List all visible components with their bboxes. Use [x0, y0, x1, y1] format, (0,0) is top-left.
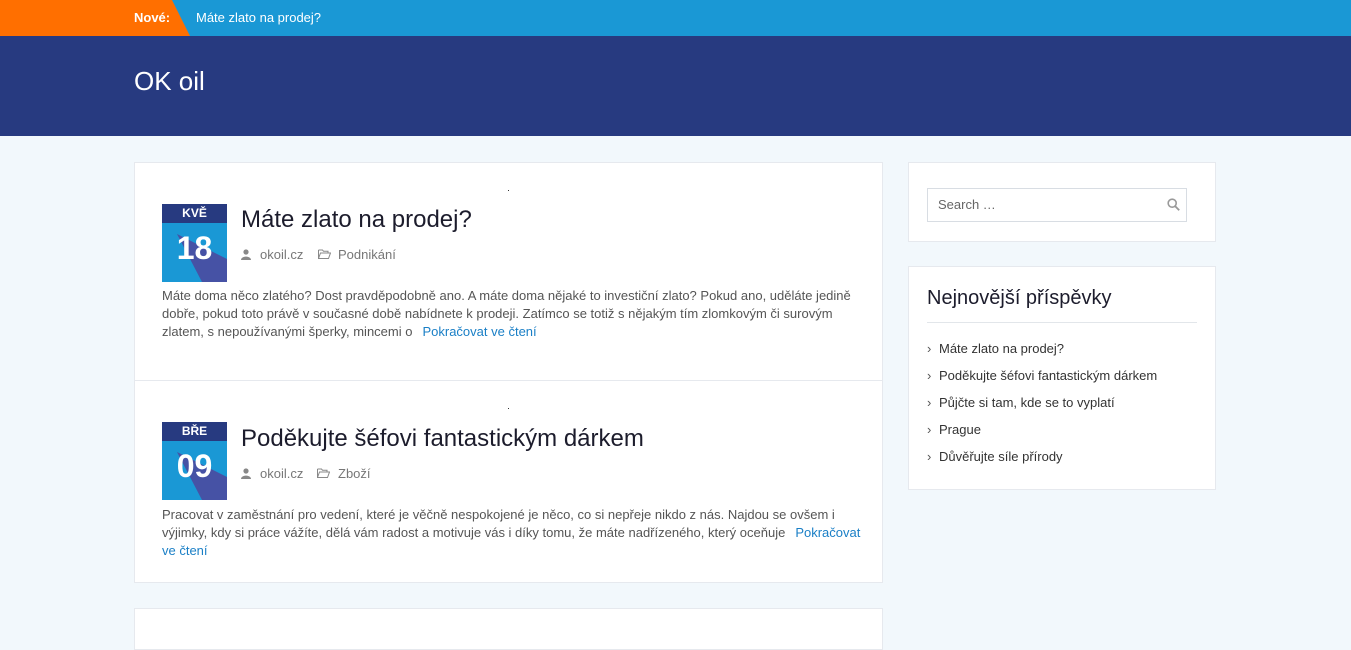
- post-title[interactable]: Poděkujte šéfovi fantastickým dárkem: [241, 425, 644, 453]
- ticker-label-badge: Nové:: [0, 0, 190, 36]
- post-card: BŘE 09 Poděkujte šéfovi fantastickým dár…: [134, 380, 883, 583]
- site-header: OK oil: [0, 36, 1351, 136]
- recent-post-label: Máte zlato na prodej?: [939, 341, 1065, 356]
- chevron-right-icon: ›: [927, 449, 932, 464]
- recent-post-link[interactable]: › Půjčte si tam, kde se to vyplatí: [927, 395, 1157, 422]
- widget-title: Nejnovější příspěvky: [927, 287, 1112, 309]
- post-category[interactable]: Zboží: [338, 466, 371, 481]
- news-ticker: Nové: Máte zlato na prodej?: [0, 0, 1351, 36]
- user-icon: [241, 249, 251, 260]
- recent-post-label: Prague: [939, 422, 981, 437]
- divider: [927, 322, 1197, 323]
- search-icon[interactable]: [1167, 198, 1180, 211]
- recent-posts-list: › Máte zlato na prodej? › Poděkujte šéfovi…: [927, 341, 1157, 476]
- user-icon: [241, 468, 251, 479]
- post-title[interactable]: Máte zlato na prodej?: [241, 206, 472, 234]
- recent-posts-widget: Nejnovější příspěvky › Máte zlato na prod…: [908, 266, 1216, 490]
- search-input[interactable]: [928, 189, 1168, 219]
- date-badge: KVĚ 18: [162, 204, 227, 282]
- recent-post-label: Půjčte si tam, kde se to vyplatí: [939, 395, 1115, 410]
- recent-post-label: Důvěřujte síle přírody: [939, 449, 1063, 464]
- recent-post-link[interactable]: › Důvěřujte síle přírody: [927, 449, 1157, 476]
- chevron-right-icon: ›: [927, 341, 932, 356]
- date-month: KVĚ: [162, 204, 227, 223]
- post-category[interactable]: Podnikání: [338, 247, 396, 262]
- post-excerpt: Máte doma něco zlatého? Dost pravděpodob…: [162, 287, 862, 341]
- site-title[interactable]: OK oil: [134, 66, 205, 97]
- ticker-label: Nové:: [134, 10, 171, 25]
- recent-post-link[interactable]: › Máte zlato na prodej?: [927, 341, 1157, 368]
- folder-icon: [317, 468, 330, 478]
- decorative-dot: [508, 190, 509, 191]
- ticker-link[interactable]: Máte zlato na prodej?: [196, 10, 321, 25]
- recent-post-label: Poděkujte šéfovi fantastickým dárkem: [939, 368, 1158, 383]
- post-card: [134, 608, 883, 650]
- post-author[interactable]: okoil.cz: [260, 247, 303, 262]
- date-badge: BŘE 09: [162, 422, 227, 500]
- search-widget: [908, 162, 1216, 242]
- post-card: KVĚ 18 Máte zlato na prodej? okoil.cz Po…: [134, 162, 883, 382]
- chevron-right-icon: ›: [927, 422, 932, 437]
- search-form: [927, 188, 1187, 222]
- chevron-right-icon: ›: [927, 395, 932, 410]
- post-author[interactable]: okoil.cz: [260, 466, 303, 481]
- decorative-dot: [508, 408, 509, 409]
- read-more-link[interactable]: Pokračovat ve čtení: [422, 324, 536, 339]
- recent-post-link[interactable]: › Poděkujte šéfovi fantastickým dárkem: [927, 368, 1157, 395]
- post-excerpt: Pracovat v zaměstnání pro vedení, které …: [162, 506, 862, 560]
- date-day: 18: [176, 230, 213, 266]
- date-month: BŘE: [162, 422, 227, 441]
- recent-post-link[interactable]: › Prague: [927, 422, 1157, 449]
- date-day: 09: [176, 448, 213, 484]
- chevron-right-icon: ›: [927, 368, 932, 383]
- post-excerpt-text: Pracovat v zaměstnání pro vedení, které …: [162, 507, 835, 540]
- folder-icon: [318, 249, 331, 259]
